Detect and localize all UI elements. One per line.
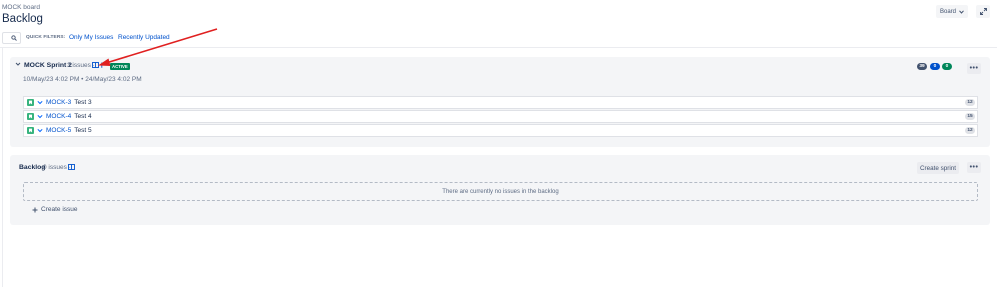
status-badge: ACTIVE (110, 63, 130, 70)
board-button[interactable]: Board (936, 5, 968, 18)
create-sprint-button[interactable]: Create sprint (917, 162, 959, 174)
chevron-down-icon (959, 9, 964, 14)
story-icon (27, 113, 34, 120)
issue-detail-icon[interactable] (68, 164, 75, 170)
breadcrumb[interactable]: MOCK board (2, 4, 40, 11)
issue-summary: Test 3 (74, 99, 92, 106)
sprint-issue-list: MOCK-3 Test 3 12 MOCK-4 Test 4 15 MOCK-5… (23, 96, 978, 137)
issue-row[interactable]: MOCK-3 Test 3 12 (23, 96, 978, 109)
plus-icon (32, 207, 38, 212)
issue-summary: Test 4 (74, 113, 92, 120)
story-points: 12 (965, 99, 975, 106)
backlog-issue-count-label: 0 issues (43, 164, 67, 171)
collapse-chevron-icon[interactable] (15, 61, 21, 67)
priority-low-icon (37, 128, 43, 133)
issue-detail-icon[interactable] (92, 62, 99, 68)
search-input[interactable] (2, 32, 21, 44)
todo-points-badge: 39 (917, 63, 927, 70)
create-issue-label: Create issue (41, 206, 78, 213)
issue-key[interactable]: MOCK-5 (46, 127, 71, 134)
empty-backlog-message: There are currently no issues in the bac… (442, 188, 559, 195)
expand-icon (979, 8, 987, 15)
backlog-issue-count: 0 issues · (43, 164, 71, 171)
in-progress-points-badge: 0 (930, 63, 940, 70)
page-title: Backlog (2, 13, 43, 25)
search-icon (11, 35, 17, 41)
story-icon (27, 99, 34, 106)
sprint-issue-count-label: 3 issues (67, 62, 91, 69)
issue-row[interactable]: MOCK-5 Test 5 12 (23, 124, 978, 137)
sprint-more-button[interactable]: ••• (967, 63, 981, 74)
filter-only-my-issues[interactable]: Only My Issues (69, 34, 113, 41)
issue-key[interactable]: MOCK-3 (46, 99, 71, 106)
story-points: 12 (965, 127, 975, 134)
sprint-issue-count: 3 issues · (67, 62, 95, 69)
story-points: 15 (965, 113, 975, 120)
sprint-dates: 10/May/23 4:02 PM • 24/May/23 4:02 PM (23, 76, 142, 83)
issue-key[interactable]: MOCK-4 (46, 113, 71, 120)
empty-backlog-dropzone[interactable]: There are currently no issues in the bac… (23, 182, 978, 201)
priority-low-icon (37, 100, 43, 105)
left-rail (2, 47, 3, 287)
sprint-name[interactable]: MOCK Sprint 2 (24, 62, 72, 69)
backlog-name: Backlog (19, 164, 46, 171)
board-button-label: Board (939, 8, 956, 15)
issue-row[interactable]: MOCK-4 Test 4 15 (23, 110, 978, 123)
issue-summary: Test 5 (74, 127, 92, 134)
filter-recently-updated[interactable]: Recently Updated (118, 34, 170, 41)
expand-button[interactable] (976, 5, 990, 18)
create-issue-button[interactable]: Create issue (32, 206, 78, 213)
flag-icon[interactable] (101, 62, 106, 68)
done-points-badge: 0 (942, 63, 952, 70)
quick-filters-label: QUICK FILTERS: (26, 35, 66, 40)
priority-low-icon (37, 114, 43, 119)
story-icon (27, 127, 34, 134)
sprint-icons (92, 62, 106, 68)
backlog-more-button[interactable]: ••• (967, 162, 981, 173)
header-divider (0, 47, 997, 48)
